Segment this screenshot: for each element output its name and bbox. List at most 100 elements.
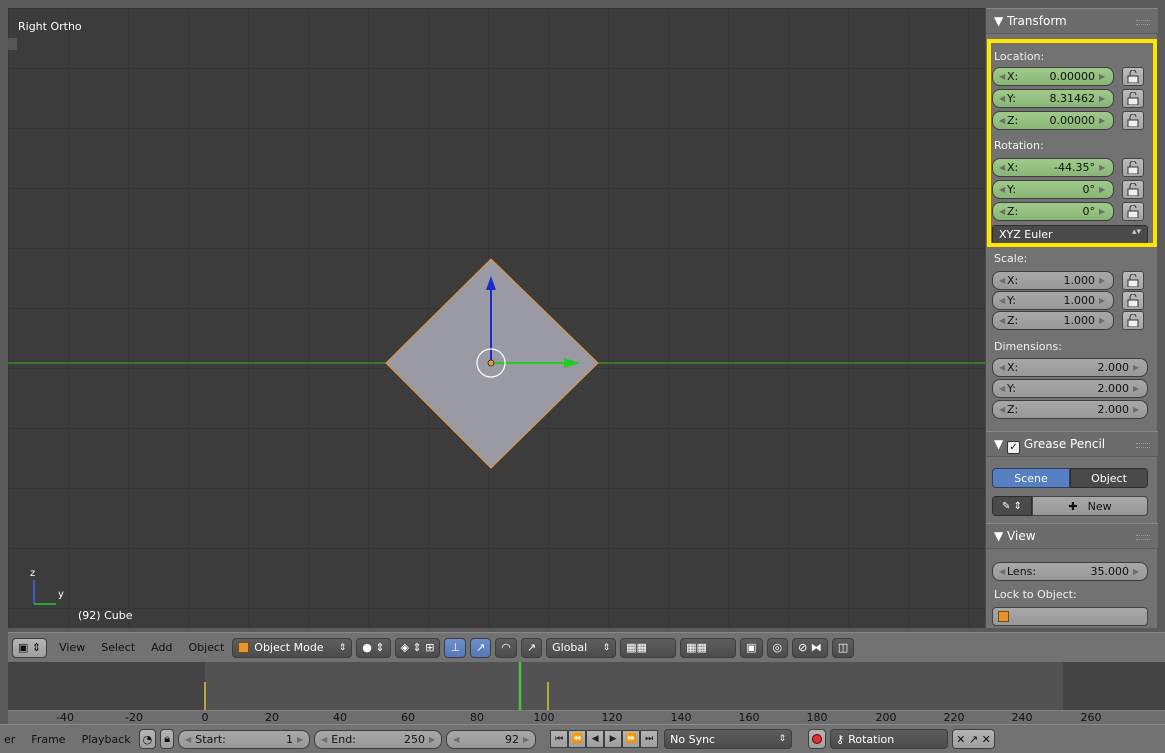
shading-dropdown[interactable]: ● ⇕ xyxy=(356,637,391,658)
rotation-z-field[interactable]: ◀ Z: 0° ▶ xyxy=(992,202,1114,221)
editor-type-button[interactable]: ▣ ⇕ xyxy=(12,637,48,658)
decrement-icon[interactable]: ◀ xyxy=(999,567,1007,576)
increment-icon[interactable]: ▶ xyxy=(1133,363,1141,372)
increment-icon[interactable]: ▶ xyxy=(297,735,303,744)
menu-frame[interactable]: Frame xyxy=(31,733,65,746)
sync-dropdown[interactable]: No Sync ⇕ xyxy=(664,729,793,749)
lens-field[interactable]: ◀ Lens: 35.000 ▶ xyxy=(992,562,1148,581)
decrement-icon[interactable]: ◀ xyxy=(185,735,191,744)
mode-dropdown[interactable]: Object Mode ⇕ xyxy=(232,637,353,658)
properties-sidebar[interactable]: ▼ Transform Location: ◀ X: 0.00000 ▶ ◀ Y: 8.3… xyxy=(985,8,1158,628)
collapse-triangle-icon[interactable]: ▼ xyxy=(994,437,1003,451)
keyframe-tools-icon[interactable]: ✕ ↗ ✕ xyxy=(952,729,995,749)
rotation-mode-dropdown[interactable]: XYZ Euler ▴▾ xyxy=(992,225,1148,244)
object-button[interactable]: Object xyxy=(1070,468,1148,488)
jump-end-icon[interactable]: ⏭ xyxy=(640,730,659,748)
location-y-field[interactable]: ◀ Y: 8.31462 ▶ xyxy=(992,89,1114,108)
prev-keyframe-icon[interactable]: ⏪ xyxy=(568,730,587,748)
increment-icon[interactable]: ▶ xyxy=(523,735,529,744)
grip-icon[interactable] xyxy=(1136,443,1150,448)
manipulator-toggle[interactable]: ⊥ xyxy=(444,637,467,658)
increment-icon[interactable]: ▶ xyxy=(1099,185,1107,194)
decrement-icon[interactable]: ◀ xyxy=(999,185,1007,194)
timeline-track[interactable] xyxy=(8,662,1165,710)
decrement-icon[interactable]: ◀ xyxy=(999,384,1007,393)
render-layer-icon[interactable]: ▣ xyxy=(740,637,763,658)
start-frame-field[interactable]: ◀ Start: 1 ▶ xyxy=(178,729,311,749)
orientation-dropdown[interactable]: Global ⇕ xyxy=(546,637,617,658)
grease-pencil-panel-header[interactable]: ▼ ✓ Grease Pencil xyxy=(986,431,1158,457)
increment-icon[interactable]: ▶ xyxy=(1099,296,1107,305)
menu-playback[interactable]: Playback xyxy=(82,733,131,746)
transform-panel-header[interactable]: ▼ Transform xyxy=(986,8,1158,34)
lock-scale-z[interactable] xyxy=(1122,311,1144,330)
lock-scale-y[interactable] xyxy=(1122,291,1144,310)
grease-pencil-source-toggle[interactable]: Scene Object xyxy=(992,468,1148,488)
scale-manipulator[interactable]: ↗ xyxy=(520,637,543,658)
layers-grid-1[interactable]: ▦▦ xyxy=(620,637,677,658)
location-x-field[interactable]: ◀ X: 0.00000 ▶ xyxy=(992,67,1114,86)
decrement-icon[interactable]: ◀ xyxy=(999,94,1007,103)
keying-set-field[interactable]: ⚷ Rotation xyxy=(830,729,949,749)
increment-icon[interactable]: ▶ xyxy=(1099,116,1107,125)
decrement-icon[interactable]: ◀ xyxy=(999,405,1007,414)
lock-rotation-y[interactable] xyxy=(1122,180,1144,199)
lock-rotation-z[interactable] xyxy=(1122,202,1144,221)
menu-marker[interactable]: er xyxy=(4,733,15,746)
lock-location-x[interactable] xyxy=(1122,67,1144,86)
dimensions-z-field[interactable]: ◀ Z: 2.000 ▶ xyxy=(992,400,1148,419)
dimensions-y-field[interactable]: ◀ Y: 2.000 ▶ xyxy=(992,379,1148,398)
play-reverse-icon[interactable]: ◀ xyxy=(586,730,605,748)
increment-icon[interactable]: ▶ xyxy=(1133,405,1141,414)
increment-icon[interactable]: ▶ xyxy=(1133,567,1141,576)
decrement-icon[interactable]: ◀ xyxy=(999,163,1007,172)
grip-icon[interactable] xyxy=(1136,535,1150,540)
increment-icon[interactable]: ▶ xyxy=(1099,316,1107,325)
rotation-x-field[interactable]: ◀ X: -44.35° ▶ xyxy=(992,158,1114,177)
proportional-edit-icon[interactable]: ◎ xyxy=(766,637,789,658)
scale-z-field[interactable]: ◀ Z: 1.000 ▶ xyxy=(992,311,1114,330)
decrement-icon[interactable]: ◀ xyxy=(453,735,459,744)
lock-location-y[interactable] xyxy=(1122,89,1144,108)
play-icon[interactable]: ▶ xyxy=(604,730,623,748)
menu-view[interactable]: View xyxy=(59,641,85,654)
view-panel-header[interactable]: ▼ View xyxy=(986,523,1158,549)
lock-location-z[interactable] xyxy=(1122,111,1144,130)
lock-to-object-field[interactable] xyxy=(992,607,1148,626)
menu-add[interactable]: Add xyxy=(151,641,172,654)
increment-icon[interactable]: ▶ xyxy=(1099,72,1107,81)
decrement-icon[interactable]: ◀ xyxy=(321,735,327,744)
checkbox-icon[interactable]: ✓ xyxy=(1007,441,1021,454)
timeline-area[interactable] xyxy=(8,662,1165,710)
location-z-field[interactable]: ◀ Z: 0.00000 ▶ xyxy=(992,111,1114,130)
end-frame-field[interactable]: ◀ End: 250 ▶ xyxy=(314,729,443,749)
menu-object[interactable]: Object xyxy=(188,641,224,654)
render-image-icon[interactable]: ◫ xyxy=(831,637,855,658)
increment-icon[interactable]: ▶ xyxy=(429,735,435,744)
increment-icon[interactable]: ▶ xyxy=(1099,94,1107,103)
new-button[interactable]: ✚ New xyxy=(1032,496,1148,516)
grip-icon[interactable] xyxy=(1136,20,1150,25)
next-keyframe-icon[interactable]: ⏩ xyxy=(622,730,641,748)
current-frame-field[interactable]: ◀ 92 ▶ xyxy=(446,729,537,749)
scale-x-field[interactable]: ◀ X: 1.000 ▶ xyxy=(992,271,1114,290)
increment-icon[interactable]: ▶ xyxy=(1099,207,1107,216)
translate-manipulator[interactable]: ↗ xyxy=(470,637,492,658)
scene-button[interactable]: Scene xyxy=(992,468,1070,488)
decrement-icon[interactable]: ◀ xyxy=(999,296,1007,305)
sidebar-scrollbar[interactable] xyxy=(1159,8,1165,348)
decrement-icon[interactable]: ◀ xyxy=(999,207,1007,216)
decrement-icon[interactable]: ◀ xyxy=(999,276,1007,285)
dimensions-x-field[interactable]: ◀ X: 2.000 ▶ xyxy=(992,358,1148,377)
timeline-ruler[interactable]: -40 -20 0 20 40 60 80 100 120 140 160 18… xyxy=(8,710,1165,724)
3d-viewport[interactable]: Right Ortho y z (92) Cube xyxy=(8,8,985,628)
jump-start-icon[interactable]: ⏮ xyxy=(550,730,569,748)
rotation-y-field[interactable]: ◀ Y: 0° ▶ xyxy=(992,180,1114,199)
scale-y-field[interactable]: ◀ Y: 1.000 ▶ xyxy=(992,291,1114,310)
autokey-clock-icon[interactable]: ◔ xyxy=(138,729,157,749)
pivot-dropdown[interactable]: ◈ ⇕ ⊞ xyxy=(394,637,441,658)
decrement-icon[interactable]: ◀ xyxy=(999,363,1007,372)
increment-icon[interactable]: ▶ xyxy=(1099,163,1107,172)
layers-grid-2[interactable]: ▦▦ xyxy=(680,637,737,658)
decrement-icon[interactable]: ◀ xyxy=(999,116,1007,125)
